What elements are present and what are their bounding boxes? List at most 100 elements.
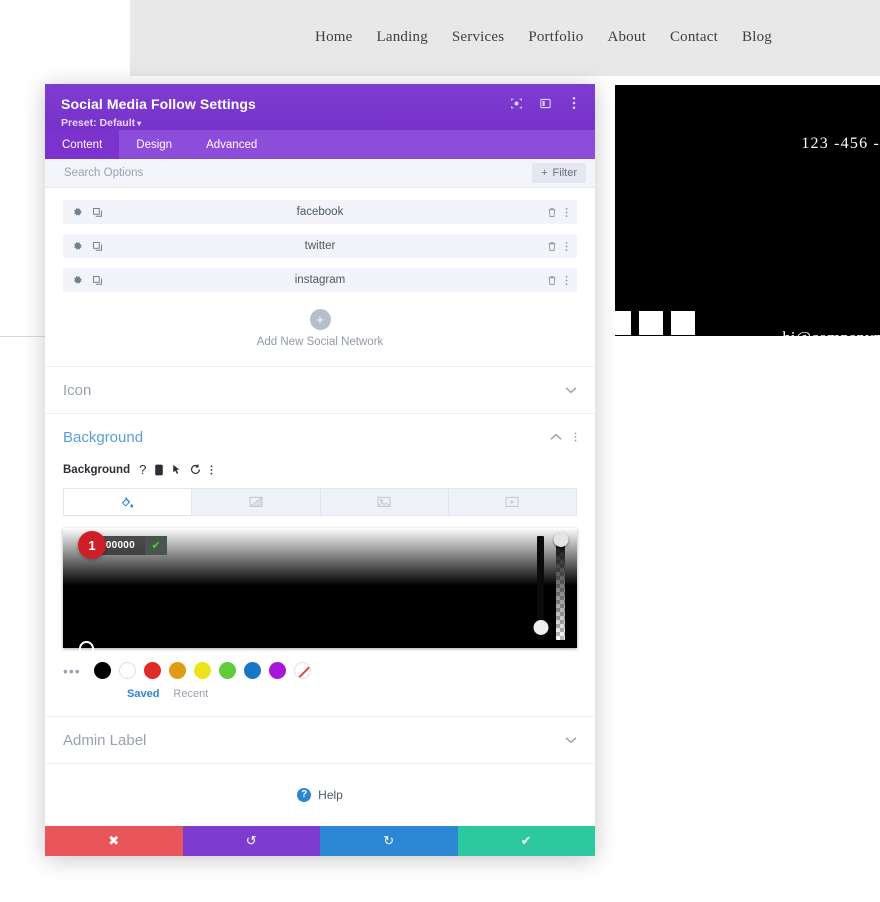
network-name: facebook [63,206,577,218]
promo-social-icons[interactable] [615,311,695,335]
duplicate-icon[interactable] [92,241,103,252]
nav-link-landing[interactable]: Landing [377,29,428,46]
table-row[interactable]: instagram [63,268,577,292]
section-toggle-background[interactable]: Background [45,413,595,460]
search-input[interactable] [64,167,532,179]
swatch-white[interactable] [119,662,136,679]
background-color-tab[interactable] [64,489,192,515]
nav-link-portfolio[interactable]: Portfolio [528,29,583,46]
site-main-nav[interactable]: Home Landing Services Portfolio About Co… [315,29,772,46]
section-toggle-icon[interactable]: Icon [45,366,595,413]
tab-design[interactable]: Design [119,130,189,159]
chevron-down-icon [565,386,577,394]
undo-button[interactable]: ↺ [183,826,321,856]
swatch-yellow[interactable] [194,662,211,679]
trash-icon[interactable] [547,241,557,252]
hue-slider[interactable] [537,536,544,640]
promo-social-icon[interactable] [639,311,663,335]
swatch-red[interactable] [144,662,161,679]
options-kebab-icon[interactable] [210,464,213,476]
responsive-icon[interactable] [155,464,163,476]
reset-icon[interactable] [190,464,201,475]
kebab-menu-icon[interactable] [565,275,568,286]
trash-icon[interactable] [547,275,557,286]
color-picker-cursor[interactable] [79,641,94,656]
save-button[interactable]: ✔ [458,826,596,856]
step-marker-1: 1 [78,531,106,559]
promo-social-icon[interactable] [671,311,695,335]
swatch-tab-saved[interactable]: Saved [127,688,159,700]
kebab-menu-icon[interactable] [567,96,581,110]
modal-header: Social Media Follow Settings Preset: Def… [45,84,595,130]
help-label[interactable]: Help [318,788,343,802]
nav-link-home[interactable]: Home [315,29,352,46]
hue-slider-handle[interactable] [533,620,548,635]
hover-cursor-icon[interactable] [172,464,181,476]
plus-icon: + [541,167,547,179]
row-left-tools [63,207,103,218]
target-icon[interactable] [509,96,523,110]
modal-action-bar: ✖ ↺ ↻ ✔ [45,826,595,856]
table-row[interactable]: twitter [63,234,577,258]
swatch-tab-recent[interactable]: Recent [173,688,208,700]
swatch-source-tabs: Saved Recent [63,679,577,716]
gear-icon[interactable] [72,241,83,252]
duplicate-icon[interactable] [92,275,103,286]
trash-icon[interactable] [547,207,557,218]
section-title-background: Background [63,429,550,446]
alpha-slider[interactable] [556,536,565,640]
swatch-black[interactable] [94,662,111,679]
redo-button[interactable]: ↻ [320,826,458,856]
color-confirm-button[interactable]: ✔ [145,536,167,555]
nav-link-services[interactable]: Services [452,29,504,46]
plus-icon: + [310,309,331,330]
tab-advanced[interactable]: Advanced [189,130,274,159]
background-control-label-row: Background ? [63,460,577,488]
swatch-purple[interactable] [269,662,286,679]
swatch-green[interactable] [219,662,236,679]
preset-selector[interactable]: Preset: Default▾ [61,117,579,130]
table-row[interactable]: facebook [63,200,577,224]
gear-icon[interactable] [72,207,83,218]
promo-phone-number: 123 -456 - [801,135,880,153]
section-kebab-icon[interactable] [574,431,577,443]
promo-social-icon[interactable] [615,311,631,335]
module-settings-modal: Social Media Follow Settings Preset: Def… [45,84,595,856]
row-left-tools [63,275,103,286]
tab-content[interactable]: Content [45,130,119,159]
background-gradient-tab[interactable] [192,489,320,515]
section-toggle-admin-label[interactable]: Admin Label [45,716,595,763]
swatch-transparent[interactable] [294,662,311,679]
contact-promo-panel: 123 -456 - hi@companyn [615,85,880,336]
nav-link-contact[interactable]: Contact [670,29,718,46]
nav-link-about[interactable]: About [607,29,646,46]
row-right-tools [547,241,577,252]
modal-header-tools [509,96,581,110]
color-swatch-row: ••• [63,648,577,679]
cancel-button[interactable]: ✖ [45,826,183,856]
background-video-tab[interactable] [449,489,576,515]
modal-title: Social Media Follow Settings [61,96,579,112]
swatch-orange[interactable] [169,662,186,679]
swatch-blue[interactable] [244,662,261,679]
background-image-tab[interactable] [321,489,449,515]
layout-toggle-icon[interactable] [538,96,552,110]
nav-link-blog[interactable]: Blog [742,29,772,46]
search-options-row: + Filter [45,159,595,188]
duplicate-icon[interactable] [92,207,103,218]
kebab-menu-icon[interactable] [565,241,568,252]
add-new-label: Add New Social Network [45,336,595,348]
social-network-list: facebook [45,188,595,292]
network-name: instagram [63,274,577,286]
background-control-label: Background [63,464,130,476]
alpha-slider-handle[interactable] [553,532,568,547]
row-right-tools [547,275,577,286]
filter-button[interactable]: + Filter [532,163,586,183]
gear-icon[interactable] [72,275,83,286]
color-picker-saturation-area[interactable]: 1 #000000 ✔ [63,528,577,648]
swatch-more-icon[interactable]: ••• [63,664,81,678]
modal-tab-bar: Content Design Advanced [45,130,595,159]
help-icon[interactable]: ? [139,462,146,477]
add-new-social-network-button[interactable]: + Add New Social Network [45,302,595,366]
kebab-menu-icon[interactable] [565,207,568,218]
